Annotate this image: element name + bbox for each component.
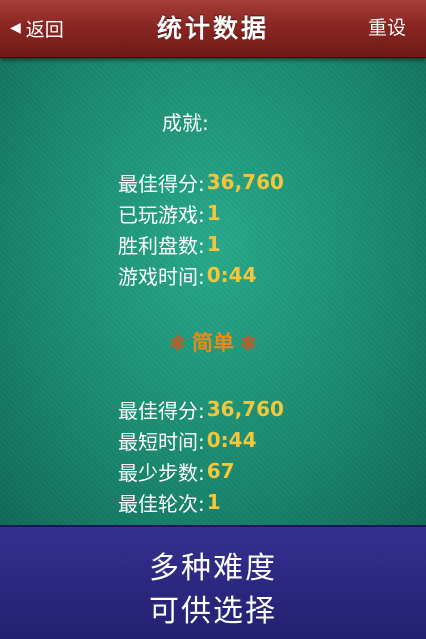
stat-label: 最佳得分:	[118, 171, 205, 196]
stat-value: 1	[206, 201, 221, 225]
stat-value: 67	[206, 459, 235, 483]
navigation-bar: ◀ 返回 统计数据 重设	[0, 0, 426, 58]
stat-label: 最少步数:	[118, 460, 205, 485]
stat-label: 已玩游戏:	[118, 202, 205, 227]
stat-label: 游戏时间:	[118, 264, 205, 289]
stat-label: 最佳得分:	[118, 398, 205, 423]
stat-value: 36,760	[206, 397, 284, 421]
stat-row-easy-fewest-moves: 最少步数: 67	[118, 457, 235, 485]
stat-row-easy-shortest-time: 最短时间: 0:44	[118, 426, 257, 454]
reset-button[interactable]: 重设	[368, 14, 406, 42]
stat-value: 0:44	[206, 428, 257, 452]
statistics-screen: ◀ 返回 统计数据 重设 成就: 最佳得分: 36,760 已玩游戏: 1 胜利…	[0, 0, 426, 639]
stat-value: 0:44	[206, 263, 257, 287]
ornament-icon: ❃	[240, 331, 257, 355]
stat-row-easy-best-score: 最佳得分: 36,760	[118, 395, 284, 423]
banner-line-1: 多种难度	[149, 551, 277, 586]
stat-label: 最短时间:	[118, 429, 205, 454]
section-title: 简单	[192, 331, 234, 355]
stat-value: 1	[206, 490, 221, 514]
achievements-heading: 成就:	[162, 111, 209, 135]
page-title: 统计数据	[156, 14, 269, 43]
stat-row-best-score: 最佳得分: 36,760	[118, 168, 284, 196]
banner-line-2: 可供选择	[149, 594, 277, 629]
stat-label: 胜利盘数:	[118, 233, 205, 258]
stat-row-games-played: 已玩游戏: 1	[118, 199, 221, 227]
promo-banner: 多种难度 可供选择	[0, 525, 426, 639]
section-header-easy: ❃ 简单 ❃	[0, 327, 426, 357]
stat-row-easy-best-round: 最佳轮次: 1	[118, 488, 221, 516]
stat-row-play-time: 游戏时间: 0:44	[118, 261, 257, 289]
stat-value: 1	[206, 232, 221, 256]
stat-value: 36,760	[206, 170, 284, 194]
stat-label: 最佳轮次:	[118, 491, 205, 516]
stat-row-games-won: 胜利盘数: 1	[118, 230, 221, 258]
ornament-icon: ❃	[169, 331, 186, 355]
stats-content: 成就: 最佳得分: 36,760 已玩游戏: 1 胜利盘数: 1 游戏时间: 0…	[0, 57, 426, 525]
